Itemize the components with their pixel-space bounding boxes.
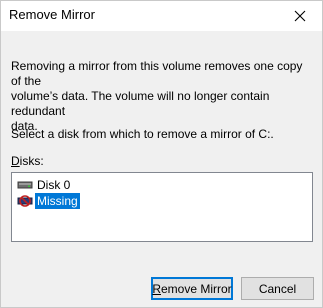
list-item-label: Missing <box>35 193 80 209</box>
description-text: Removing a mirror from this volume remov… <box>11 59 303 133</box>
list-item-label: Disk 0 <box>37 178 71 192</box>
list-item-missing[interactable]: Missing <box>17 193 80 209</box>
list-item-disk-0[interactable]: Disk 0 <box>17 177 72 193</box>
disk-icon <box>17 177 33 193</box>
close-icon <box>294 10 306 22</box>
disks-label: Disks: <box>11 154 44 168</box>
disks-label-text: isks: <box>19 154 44 168</box>
title-bar: Remove Mirror <box>1 1 322 31</box>
disks-listbox[interactable]: Disk 0 Missing <box>11 172 313 242</box>
remove-mirror-dialog: Remove Mirror Removing a mirror from thi… <box>0 0 323 308</box>
remove-mirror-button[interactable]: Remove Mirror <box>151 277 233 300</box>
select-disk-prompt: Select a disk from which to remove a mir… <box>11 127 274 141</box>
dialog-title: Remove Mirror <box>9 7 95 22</box>
missing-disk-icon <box>17 193 33 209</box>
close-button[interactable] <box>278 1 322 31</box>
disks-label-accelerator: D <box>11 154 20 168</box>
cancel-button[interactable]: Cancel <box>241 277 314 300</box>
remove-mirror-accelerator: R <box>152 281 161 296</box>
remove-mirror-label: emove Mirror <box>161 281 232 296</box>
